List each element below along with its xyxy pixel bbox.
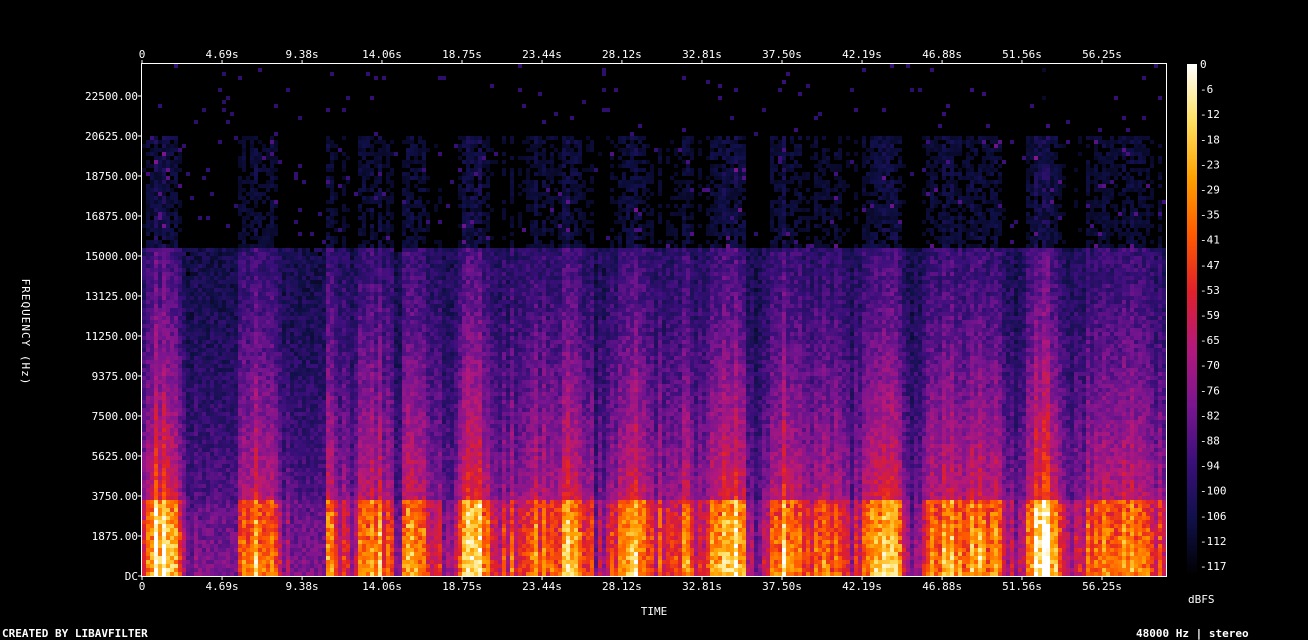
colorbar-tick-label: -59	[1200, 309, 1220, 322]
x-tick-label: 0	[139, 48, 146, 61]
colorbar-tick-label: -6	[1200, 83, 1213, 96]
colorbar-tick-label: -94	[1200, 460, 1220, 473]
colorbar-tick-label: -112	[1200, 535, 1227, 548]
y-tick-label: 20625.00	[85, 130, 138, 143]
y-tick-label: 11250.00	[85, 330, 138, 343]
x-tick-label: 4.69s	[205, 48, 238, 61]
x-tick-label: 32.81s	[682, 580, 722, 593]
colorbar-tick-label: -106	[1200, 510, 1227, 523]
y-tick-label: 3750.00	[92, 490, 138, 503]
y-tick-label: 9375.00	[92, 370, 138, 383]
colorbar-tick-label: -76	[1200, 384, 1220, 397]
y-tick-label: 7500.00	[92, 410, 138, 423]
y-tick-label: 16875.00	[85, 210, 138, 223]
y-tick-label: 1875.00	[92, 530, 138, 543]
x-axis-label: TIME	[641, 605, 668, 618]
x-tick-label: 37.50s	[762, 580, 802, 593]
colorbar-tick-label: -70	[1200, 359, 1220, 372]
x-tick-label: 56.25s	[1082, 580, 1122, 593]
x-tick-label: 32.81s	[682, 48, 722, 61]
colorbar-tick-label: -47	[1200, 259, 1220, 272]
colorbar-tick-label: -23	[1200, 158, 1220, 171]
x-tick-label: 18.75s	[442, 48, 482, 61]
x-tick-label: 46.88s	[922, 48, 962, 61]
footer-credit: CREATED BY LIBAVFILTER	[2, 627, 148, 640]
y-tick-label: 5625.00	[92, 450, 138, 463]
colorbar-tick-label: -35	[1200, 209, 1220, 222]
y-tick-label: 15000.00	[85, 250, 138, 263]
x-tick-label: 42.19s	[842, 48, 882, 61]
x-tick-label: 14.06s	[362, 580, 402, 593]
x-tick-label: 9.38s	[286, 580, 319, 593]
x-tick-label: 9.38s	[286, 48, 319, 61]
spectrogram-figure: 0 4.69s 9.38s 14.06s 18.75s 23.44s 28.12s 32.81…	[0, 0, 1308, 640]
x-tick-label: 56.25s	[1082, 48, 1122, 61]
y-tick-label: DC	[125, 570, 138, 583]
colorbar-tick-label: -100	[1200, 485, 1227, 498]
colorbar-tick-label: -65	[1200, 334, 1220, 347]
colorbar-tick-label: 0	[1200, 58, 1207, 71]
x-tick-label: 51.56s	[1002, 580, 1042, 593]
x-tick-label: 42.19s	[842, 580, 882, 593]
y-axis-label: FREQUENCY (Hz)	[19, 279, 32, 386]
x-tick-label: 28.12s	[602, 48, 642, 61]
x-tick-label: 37.50s	[762, 48, 802, 61]
x-tick-label: 23.44s	[522, 580, 562, 593]
x-tick-label: 28.12s	[602, 580, 642, 593]
colorbar-label: dBFS	[1188, 593, 1215, 606]
y-tick-label: 22500.00	[85, 90, 138, 103]
colorbar-tick-label: -82	[1200, 409, 1220, 422]
footer-info: 48000 Hz | stereo	[1136, 627, 1249, 640]
colorbar-tick-label: -88	[1200, 435, 1220, 448]
x-tick-label: 4.69s	[205, 580, 238, 593]
x-tick-label: 18.75s	[442, 580, 482, 593]
x-tick-label: 51.56s	[1002, 48, 1042, 61]
colorbar-tick-label: -53	[1200, 284, 1220, 297]
y-tick-label: 18750.00	[85, 170, 138, 183]
colorbar-tick-label: -29	[1200, 184, 1220, 197]
colorbar-tick-label: -12	[1200, 108, 1220, 121]
spectrogram-plot	[141, 63, 1167, 577]
x-tick-label: 0	[139, 580, 146, 593]
colorbar-scale	[1187, 64, 1197, 576]
colorbar-tick-label: -18	[1200, 133, 1220, 146]
colorbar-tick-label: -41	[1200, 234, 1220, 247]
spectrogram-image	[142, 64, 1166, 576]
x-tick-label: 46.88s	[922, 580, 962, 593]
x-tick-label: 14.06s	[362, 48, 402, 61]
y-tick-label: 13125.00	[85, 290, 138, 303]
x-tick-label: 23.44s	[522, 48, 562, 61]
colorbar-tick-label: -117	[1200, 560, 1227, 573]
